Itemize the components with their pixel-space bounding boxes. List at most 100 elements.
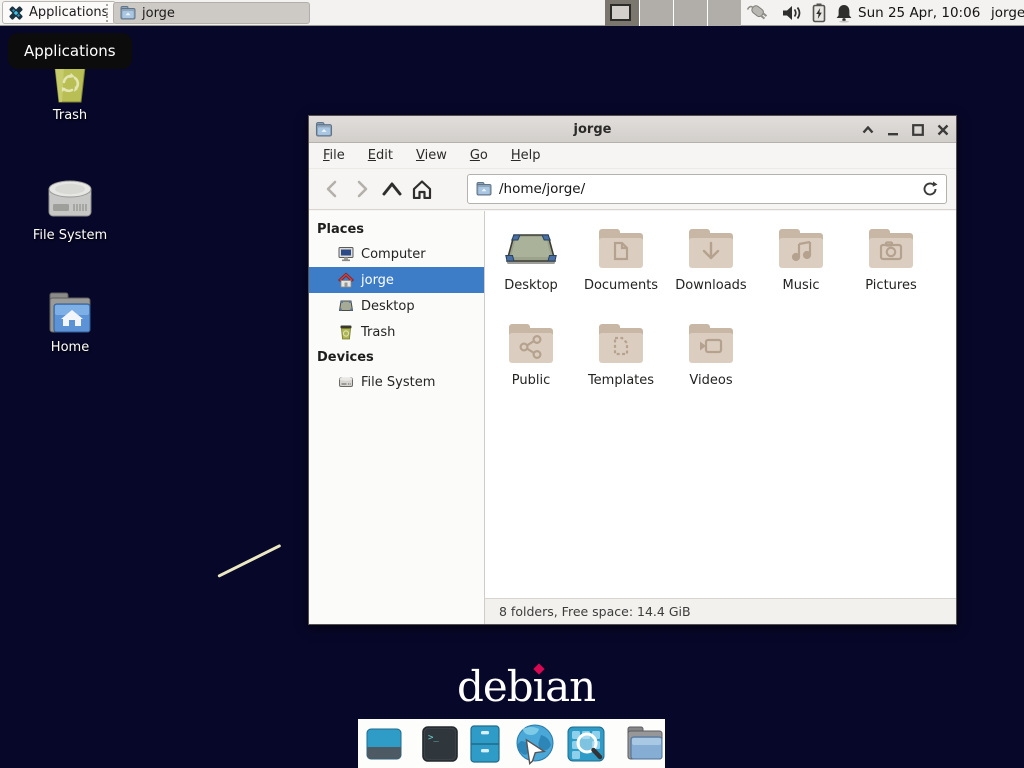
file-manager-launcher[interactable] (468, 725, 502, 763)
music-folder-icon (777, 229, 825, 269)
window-title: jorge (339, 122, 846, 137)
battery-icon[interactable] (812, 3, 826, 23)
trash-small-icon (338, 324, 354, 340)
applications-menu-label: Applications (29, 5, 108, 20)
drive-small-icon (338, 374, 354, 390)
workspace-2[interactable] (639, 0, 673, 26)
address-input[interactable]: /home/jorge/ (499, 181, 915, 197)
taskbar-window-button[interactable]: jorge (113, 2, 310, 24)
workspace-1[interactable] (605, 0, 639, 26)
videos-folder-icon (687, 324, 735, 364)
panel-handle (106, 4, 110, 22)
folder-item-videos[interactable]: Videos (666, 316, 756, 411)
minimize-button[interactable] (886, 123, 900, 137)
desktop-icon-home[interactable]: Home (15, 290, 125, 355)
workspace-3[interactable] (673, 0, 707, 26)
file-manager-window: jorge File Edit View Go Help (308, 115, 957, 625)
applications-menu-button[interactable]: Applications (2, 1, 116, 24)
panel-clock[interactable]: Sun 25 Apr, 10:06 (858, 0, 980, 26)
folder-label: Downloads (675, 278, 746, 293)
up-button[interactable] (377, 174, 407, 204)
debian-wordmark: debıan (457, 662, 595, 711)
address-folder-icon (476, 182, 492, 196)
folder-icon (120, 6, 136, 20)
taskbar-window-label: jorge (142, 6, 175, 21)
folder-label: Desktop (504, 278, 558, 293)
volume-icon[interactable] (782, 4, 803, 22)
desktop-icon (338, 298, 354, 314)
show-desktop-button[interactable] (365, 725, 403, 763)
desktop-icon-label: File System (15, 228, 125, 243)
workspace-4[interactable] (707, 0, 741, 26)
statusbar-text: 8 folders, Free space: 14.4 GiB (499, 604, 691, 619)
toolbar: /home/jorge/ (309, 169, 956, 210)
downloads-folder-icon (687, 229, 735, 269)
folder-item-documents[interactable]: Documents (576, 221, 666, 316)
folder-label: Pictures (865, 278, 916, 293)
menu-view[interactable]: View (416, 148, 447, 163)
sidebar-header-places: Places (309, 217, 484, 241)
notification-bell-icon[interactable] (835, 3, 853, 23)
computer-icon (338, 246, 354, 262)
sidebar-item-jorge[interactable]: jorge (309, 267, 484, 293)
svg-text:>_: >_ (428, 733, 439, 743)
applications-icon (8, 5, 24, 21)
top-panel: Applications jorge (0, 0, 1024, 26)
folder-label: Public (512, 373, 550, 388)
sidebar: Places Computer jorge (309, 211, 485, 624)
sidebar-item-desktop[interactable]: Desktop (309, 293, 484, 319)
folder-item-downloads[interactable]: Downloads (666, 221, 756, 316)
maximize-button[interactable] (911, 123, 925, 137)
terminal-launcher[interactable]: >_ (421, 725, 459, 763)
desktop-icon-label: Trash (15, 108, 125, 123)
home-icon (338, 272, 354, 288)
folder-item-music[interactable]: Music (756, 221, 846, 316)
show-desktop-icon (365, 725, 403, 763)
folder-label: Templates (588, 373, 654, 388)
applications-tooltip: Applications (8, 33, 132, 69)
statusbar: 8 folders, Free space: 14.4 GiB (485, 598, 956, 624)
wordmark-part: deb (457, 662, 533, 711)
web-browser-launcher[interactable] (511, 723, 557, 765)
reload-icon[interactable] (922, 181, 938, 197)
folder-item-pictures[interactable]: Pictures (846, 221, 936, 316)
folder-label: Videos (689, 373, 732, 388)
sidebar-item-label: jorge (361, 273, 394, 288)
sidebar-item-computer[interactable]: Computer (309, 241, 484, 267)
sidebar-item-label: Computer (361, 247, 426, 262)
menu-edit[interactable]: Edit (368, 148, 393, 163)
forward-button[interactable] (347, 174, 377, 204)
sidebar-item-label: File System (361, 375, 435, 390)
shade-button[interactable] (861, 123, 875, 137)
web-browser-globe-icon (511, 723, 557, 765)
folder-item-desktop[interactable]: Desktop (486, 221, 576, 316)
folder-item-templates[interactable]: Templates (576, 316, 666, 411)
sidebar-item-label: Trash (361, 325, 395, 340)
sidebar-item-file-system[interactable]: File System (309, 369, 484, 395)
workspace-switcher[interactable] (605, 0, 741, 26)
menu-file[interactable]: File (323, 148, 345, 163)
app-finder-launcher[interactable] (566, 724, 606, 764)
app-finder-icon (566, 724, 606, 764)
file-cabinet-icon (468, 725, 502, 763)
window-folder-icon (315, 122, 333, 137)
window-titlebar[interactable]: jorge (309, 116, 956, 143)
folder-item-public[interactable]: Public (486, 316, 576, 411)
clock-text: Sun 25 Apr, 10:06 (858, 5, 980, 21)
close-button[interactable] (936, 123, 950, 137)
folder-label: Documents (584, 278, 658, 293)
menu-go[interactable]: Go (470, 148, 488, 163)
desktop-icon-file-system[interactable]: File System (15, 176, 125, 243)
home-button[interactable] (407, 174, 437, 204)
sidebar-item-trash[interactable]: Trash (309, 319, 484, 345)
back-button[interactable] (317, 174, 347, 204)
file-grid: Desktop Documents (486, 221, 956, 597)
dock-panel: >_ (358, 719, 665, 768)
panel-user-menu[interactable]: jorge (991, 0, 1024, 26)
power-plug-icon[interactable] (747, 2, 773, 24)
menu-help[interactable]: Help (511, 148, 541, 163)
folder-shortcut[interactable] (624, 725, 666, 763)
desktop-folder-icon (503, 229, 559, 269)
folder-label: Music (783, 278, 820, 293)
address-bar[interactable]: /home/jorge/ (467, 174, 947, 204)
